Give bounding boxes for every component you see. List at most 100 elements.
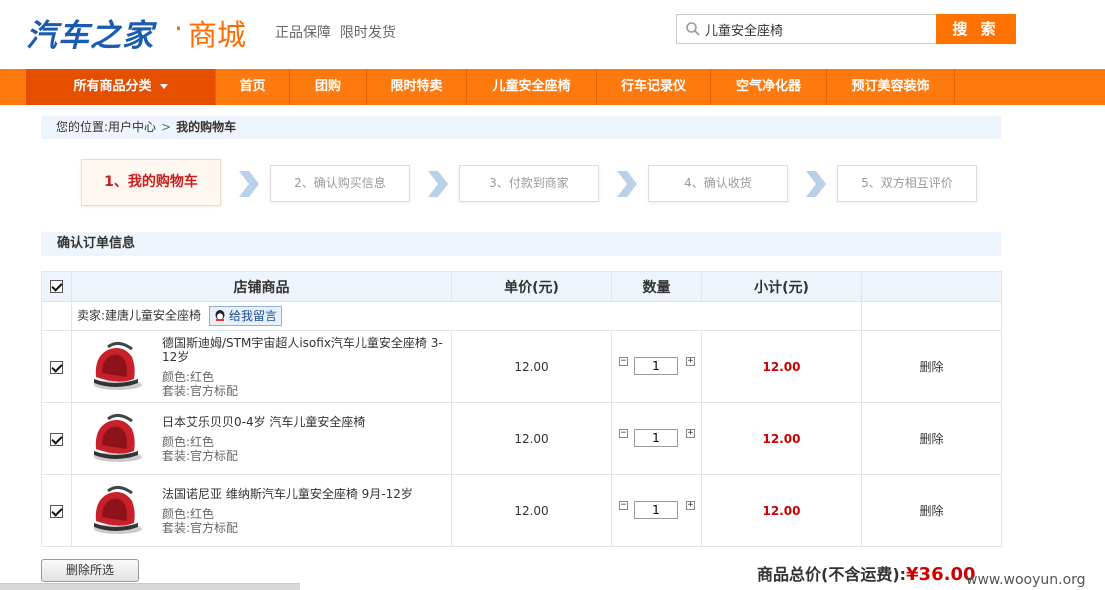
delete-link[interactable]: 删除 bbox=[861, 330, 1002, 403]
table-row: 法国诺尼亚 维纳斯汽车儿童安全座椅 9月-12岁 颜色:红色 套装:官方标配 1… bbox=[41, 474, 1002, 547]
goods-info: 德国斯迪姆/STM宇宙超人isofix汽车儿童安全座椅 3-12岁 颜色:红色 … bbox=[72, 331, 451, 402]
step-4: 4、确认收货 bbox=[648, 165, 788, 202]
seller-label: 卖家:建唐儿童安全座椅 bbox=[77, 308, 202, 323]
qty-minus-button[interactable]: − bbox=[619, 429, 628, 438]
qty-input[interactable] bbox=[634, 429, 678, 447]
row-checkbox[interactable] bbox=[50, 504, 63, 518]
search-icon bbox=[686, 22, 700, 36]
qty-input[interactable] bbox=[634, 357, 678, 375]
breadcrumb-separator: > bbox=[161, 120, 172, 134]
header: 汽车之家 · 商城 正品保障 限时发货 搜 索 bbox=[0, 0, 1105, 69]
nav-item-group-buy[interactable]: 团购 bbox=[290, 69, 367, 105]
search-input[interactable] bbox=[705, 19, 931, 39]
search-button[interactable]: 搜 索 bbox=[936, 14, 1016, 44]
nav-item-dashcam[interactable]: 行车记录仪 bbox=[597, 69, 711, 105]
table-row: 日本艾乐贝贝0-4岁 汽车儿童安全座椅 颜色:红色 套装:官方标配 12.00 … bbox=[41, 402, 1002, 475]
row-select-cell bbox=[41, 330, 72, 403]
logo-sub[interactable]: 商城 bbox=[188, 12, 246, 54]
breadcrumb-current: 我的购物车 bbox=[176, 120, 237, 134]
step-arrow-icon bbox=[617, 171, 637, 197]
product-title[interactable]: 日本艾乐贝贝0-4岁 汽车儿童安全座椅 bbox=[162, 415, 452, 429]
caret-down-icon bbox=[159, 84, 168, 89]
search-box bbox=[676, 14, 936, 44]
cart-table: 店铺商品 单价(元) 数量 小计(元) 卖家:建唐儿童安全座椅 给我留言 德国斯… bbox=[41, 271, 1002, 547]
col-header-subtotal: 小计(元) bbox=[701, 271, 862, 302]
qty-cell: − + bbox=[611, 402, 702, 475]
qty-cell: − + bbox=[611, 330, 702, 403]
product-package: 套装:官方标配 bbox=[162, 449, 239, 463]
subtotal: 12.00 bbox=[701, 402, 862, 475]
unit-price: 12.00 bbox=[451, 474, 612, 547]
goods-info: 日本艾乐贝贝0-4岁 汽车儿童安全座椅 颜色:红色 套装:官方标配 bbox=[72, 403, 451, 474]
goods-cell: 日本艾乐贝贝0-4岁 汽车儿童安全座椅 颜色:红色 套装:官方标配 bbox=[71, 402, 452, 475]
seller-cell: 卖家:建唐儿童安全座椅 给我留言 bbox=[71, 301, 862, 331]
table-row: 德国斯迪姆/STM宇宙超人isofix汽车儿童安全座椅 3-12岁 颜色:红色 … bbox=[41, 330, 1002, 403]
order-total: 商品总价(不含运费):¥36.00 bbox=[757, 561, 976, 585]
leave-message-button[interactable]: 给我留言 bbox=[209, 306, 283, 326]
qty-cell: − + bbox=[611, 474, 702, 547]
step-5: 5、双方相互评价 bbox=[837, 165, 977, 202]
product-image[interactable] bbox=[88, 483, 144, 537]
nav-item-flash-sale[interactable]: 限时特卖 bbox=[367, 69, 467, 105]
breadcrumb: 您的位置:用户中心 > 我的购物车 bbox=[41, 116, 1001, 139]
step-2: 2、确认购买信息 bbox=[270, 165, 410, 202]
qty-input[interactable] bbox=[634, 501, 678, 519]
product-title[interactable]: 法国诺尼亚 维纳斯汽车儿童安全座椅 9月-12岁 bbox=[162, 487, 452, 501]
step-arrow-icon bbox=[428, 171, 448, 197]
seller-row-empty bbox=[861, 301, 1002, 331]
col-header-goods: 店铺商品 bbox=[71, 271, 452, 302]
watermark: www.wooyun.org bbox=[966, 572, 1086, 588]
nav-item-child-seat[interactable]: 儿童安全座椅 bbox=[467, 69, 597, 105]
product-image[interactable] bbox=[88, 411, 144, 465]
qty-plus-button[interactable]: + bbox=[686, 501, 695, 510]
goods-cell: 法国诺尼亚 维纳斯汽车儿童安全座椅 9月-12岁 颜色:红色 套装:官方标配 bbox=[71, 474, 452, 547]
nav-item-air-purifier[interactable]: 空气净化器 bbox=[711, 69, 827, 105]
goods-info: 法国诺尼亚 维纳斯汽车儿童安全座椅 9月-12岁 颜色:红色 套装:官方标配 bbox=[72, 475, 451, 546]
step-arrow-icon bbox=[806, 171, 826, 197]
seller-row: 卖家:建唐儿童安全座椅 给我留言 bbox=[41, 301, 1002, 331]
product-title[interactable]: 德国斯迪姆/STM宇宙超人isofix汽车儿童安全座椅 3-12岁 bbox=[162, 336, 452, 364]
qty-plus-button[interactable]: + bbox=[686, 429, 695, 438]
nav-item-home[interactable]: 首页 bbox=[216, 69, 290, 105]
unit-price: 12.00 bbox=[451, 330, 612, 403]
subtotal: 12.00 bbox=[701, 474, 862, 547]
col-header-action bbox=[861, 271, 1002, 302]
qty-plus-button[interactable]: + bbox=[686, 357, 695, 366]
product-image[interactable] bbox=[88, 339, 144, 393]
delete-link[interactable]: 删除 bbox=[861, 474, 1002, 547]
breadcrumb-prefix: 您的位置: bbox=[56, 120, 109, 134]
main-nav: 所有商品分类 首页 团购 限时特卖 儿童安全座椅 行车记录仪 空气净化器 预订美… bbox=[0, 69, 1105, 105]
subtotal: 12.00 bbox=[701, 330, 862, 403]
delete-link[interactable]: 删除 bbox=[861, 402, 1002, 475]
goods-cell: 德国斯迪姆/STM宇宙超人isofix汽车儿童安全座椅 3-12岁 颜色:红色 … bbox=[71, 330, 452, 403]
qty-minus-button[interactable]: − bbox=[619, 501, 628, 510]
step-3: 3、付款到商家 bbox=[459, 165, 599, 202]
page: 汽车之家 · 商城 正品保障 限时发货 搜 索 所有商品分类 首页 团购 限时特… bbox=[0, 0, 1105, 590]
select-all-checkbox[interactable] bbox=[50, 280, 63, 293]
nav-item-beauty[interactable]: 预订美容装饰 bbox=[827, 69, 955, 105]
row-checkbox[interactable] bbox=[50, 360, 63, 374]
seller-row-empty bbox=[41, 301, 72, 331]
nav-all-categories[interactable]: 所有商品分类 bbox=[26, 69, 216, 105]
breadcrumb-parent[interactable]: 用户中心 bbox=[108, 120, 156, 134]
table-header-row: 店铺商品 单价(元) 数量 小计(元) bbox=[41, 271, 1002, 302]
logo-main[interactable]: 汽车之家 bbox=[26, 10, 154, 55]
total-label: 商品总价(不含运费): bbox=[757, 565, 907, 584]
qty-minus-button[interactable]: − bbox=[619, 357, 628, 366]
delete-selected-button[interactable]: 删除所选 bbox=[41, 559, 139, 582]
horizontal-scrollbar[interactable] bbox=[0, 583, 300, 590]
step-arrow-icon bbox=[239, 171, 259, 197]
unit-price: 12.00 bbox=[451, 402, 612, 475]
product-package: 套装:官方标配 bbox=[162, 384, 239, 398]
select-all-cell bbox=[41, 271, 72, 302]
col-header-price: 单价(元) bbox=[451, 271, 612, 302]
section-title: 确认订单信息 bbox=[41, 232, 1001, 256]
row-select-cell bbox=[41, 402, 72, 475]
qq-icon bbox=[215, 310, 225, 321]
slogan: 正品保障 限时发货 bbox=[275, 25, 396, 41]
step-1: 1、我的购物车 bbox=[81, 159, 221, 206]
col-header-qty: 数量 bbox=[611, 271, 702, 302]
leave-message-label: 给我留言 bbox=[229, 309, 278, 323]
logo-dot: · bbox=[174, 12, 183, 45]
row-checkbox[interactable] bbox=[50, 432, 63, 446]
